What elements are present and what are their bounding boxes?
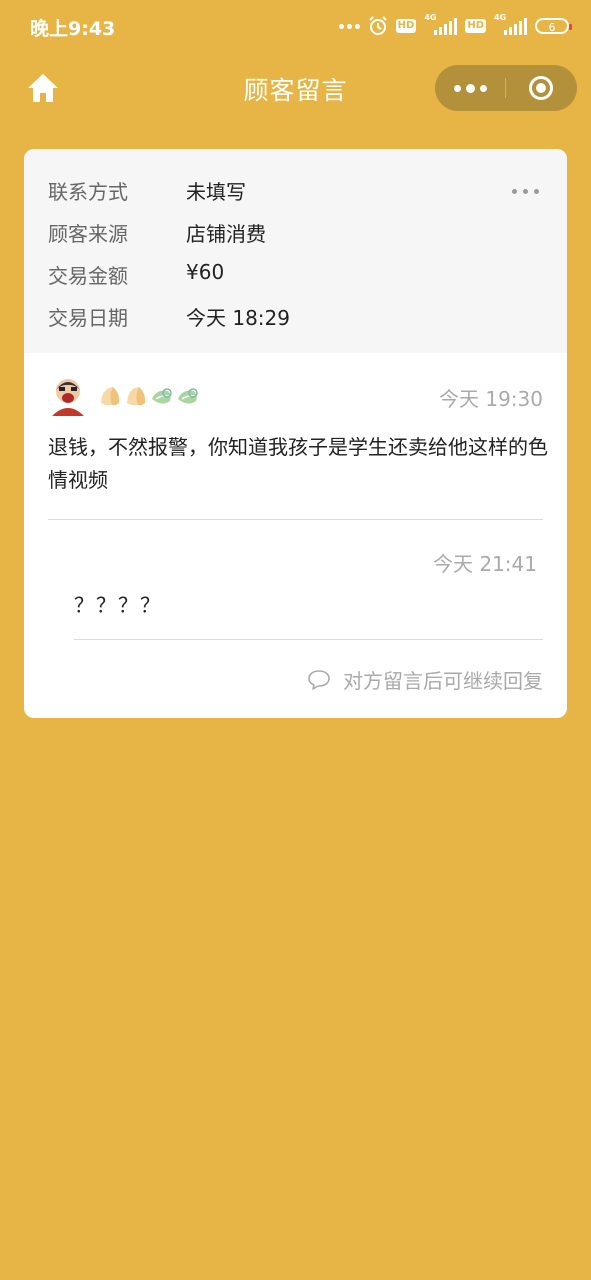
comment-icon — [308, 669, 330, 690]
nav-bar: 顾客留言 — [0, 52, 591, 124]
reply-time: 今天 21:41 — [433, 552, 537, 576]
leaf-icon — [152, 388, 172, 404]
info-value: 未填写 — [186, 180, 246, 204]
info-label: 联系方式 — [48, 180, 128, 204]
divider — [48, 519, 543, 520]
dumpling-icon — [101, 387, 120, 406]
info-label: 交易日期 — [48, 306, 128, 330]
info-label: 顾客来源 — [48, 222, 128, 246]
more-dots-icon — [338, 23, 360, 29]
leaf-icon — [178, 388, 198, 404]
message-card: 联系方式 未填写 顾客来源 店铺消费 交易金额 ¥60 交易日期 今天 18:2… — [24, 149, 567, 718]
message-time: 今天 19:30 — [439, 387, 543, 411]
info-value: ¥60 — [186, 260, 225, 284]
close-target-icon[interactable] — [529, 76, 553, 100]
reply-tip: 对方留言后可继续回复 — [307, 665, 543, 694]
reply-text: ？？？？ — [74, 593, 162, 617]
info-value: 今天 18:29 — [186, 306, 290, 330]
avatar — [48, 376, 88, 416]
info-value: 店铺消费 — [186, 222, 266, 246]
reply-tip-text: 对方留言后可继续回复 — [343, 669, 543, 693]
info-label: 交易金额 — [48, 264, 128, 288]
status-bar: 晚上9:43 HD 4G HD 4G 6 — [0, 0, 591, 52]
customer-name-icons — [98, 385, 200, 407]
signal-icon: 4G — [424, 13, 458, 35]
hd-icon: HD — [395, 19, 417, 33]
customer-info-panel: 联系方式 未填写 顾客来源 店铺消费 交易金额 ¥60 交易日期 今天 18:2… — [24, 149, 567, 353]
dumpling-icon — [127, 387, 146, 406]
hd-icon: HD — [465, 19, 486, 33]
status-time: 晚上9:43 — [30, 18, 116, 40]
info-more-icon[interactable] — [512, 189, 539, 194]
signal-icon: 4G — [494, 13, 527, 35]
alarm-icon — [368, 16, 387, 35]
divider — [74, 639, 543, 640]
more-icon[interactable] — [435, 65, 505, 111]
capsule-divider — [505, 78, 506, 98]
battery-icon: 6 — [535, 18, 572, 34]
status-icons: HD 4G HD 4G 6 — [338, 13, 572, 38]
message-text: 退钱，不然报警，你知道我孩子是学生还卖给他这样的色情视频 — [48, 435, 548, 492]
mini-program-capsule — [435, 65, 577, 111]
